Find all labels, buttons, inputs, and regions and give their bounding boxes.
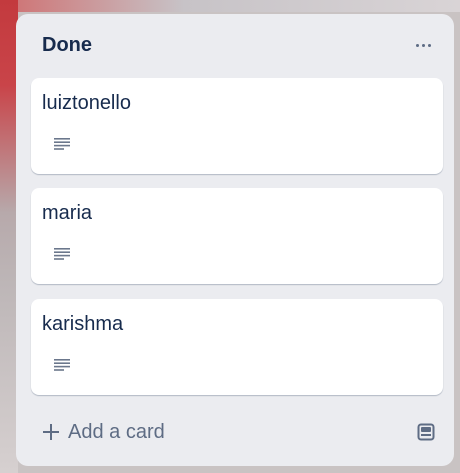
card[interactable]: luiztonello bbox=[31, 78, 443, 174]
card-title: maria bbox=[42, 202, 93, 224]
add-card-label: Add a card bbox=[68, 420, 165, 443]
list-title[interactable]: Done bbox=[42, 34, 92, 57]
add-card-button[interactable]: Add a card bbox=[42, 417, 165, 447]
description-icon bbox=[54, 138, 70, 150]
more-horizontal-icon[interactable] bbox=[410, 34, 436, 56]
card[interactable]: maria bbox=[31, 188, 443, 284]
list-done: Done luiztonello maria karishma Add a ca… bbox=[16, 14, 454, 466]
list-header[interactable]: Done bbox=[16, 14, 454, 76]
description-icon bbox=[54, 248, 70, 260]
card-title: karishma bbox=[42, 313, 124, 335]
card-title: luiztonello bbox=[42, 92, 131, 114]
description-icon bbox=[54, 359, 70, 371]
board-background-top bbox=[0, 0, 460, 12]
card-template-icon[interactable] bbox=[416, 422, 436, 442]
card[interactable]: karishma bbox=[31, 299, 443, 395]
plus-icon bbox=[43, 424, 59, 440]
list-footer: Add a card bbox=[16, 408, 454, 456]
